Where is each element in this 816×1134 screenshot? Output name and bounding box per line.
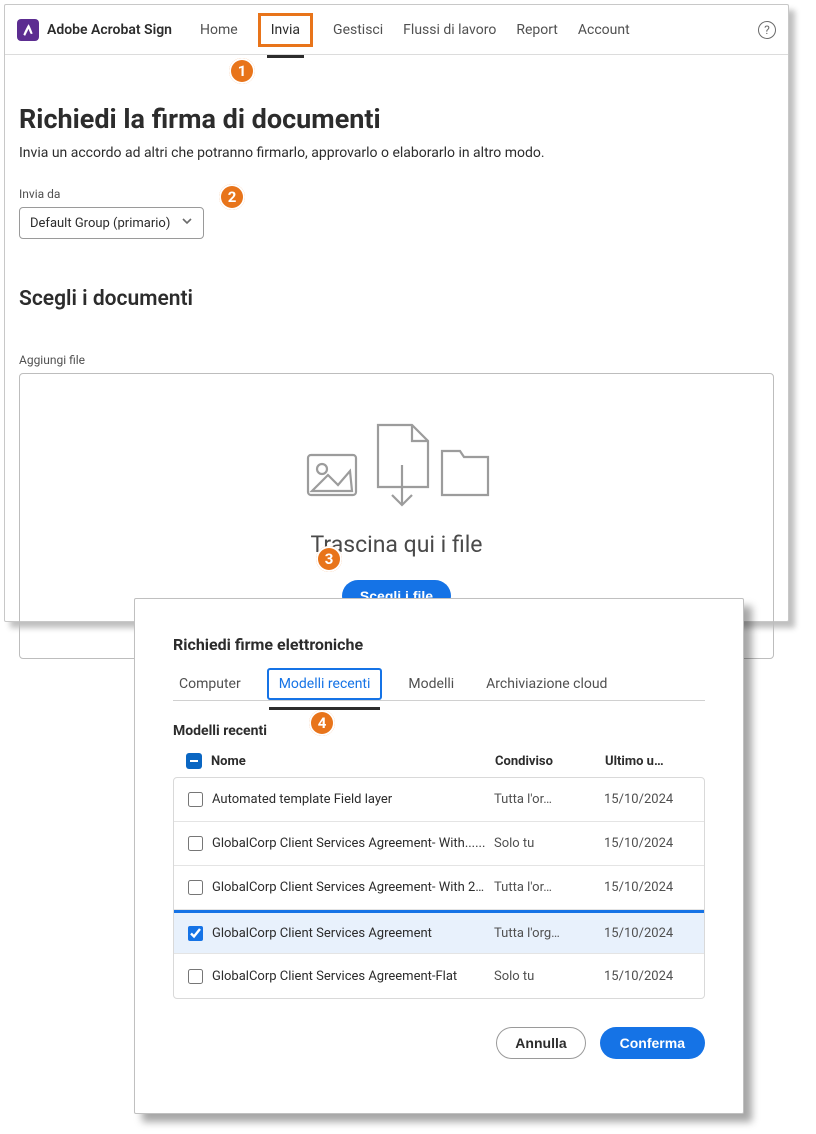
table-row[interactable]: GlobalCorp Client Services Agreement- Wi… [174,866,704,910]
section-title: Scegli i documenti [19,287,774,311]
nav-account[interactable]: Account [578,22,630,38]
col-name-header[interactable]: Nome [211,754,495,769]
select-all-checkbox[interactable] [186,753,202,769]
tab-templates[interactable]: Modelli [402,668,460,700]
callout-2: 2 [219,184,245,210]
row-date: 15/10/2024 [604,926,700,941]
top-nav: Adobe Acrobat Sign Home Invia Gestisci F… [5,5,788,55]
callout-4: 4 [309,710,335,736]
table-row[interactable]: GlobalCorp Client Services Agreement-Fla… [174,954,704,998]
callout-1: 1 [229,58,255,84]
table-row[interactable]: GlobalCorp Client Services Agreement- Wi… [174,822,704,866]
app-logo-icon [17,19,39,41]
row-name: Automated template Field layer [212,792,494,807]
modal-tabs: Computer Modelli recenti Modelli Archivi… [173,668,705,701]
row-checkbox[interactable] [188,969,203,984]
send-from-label: Invia da [19,187,774,201]
table-header: Nome Condiviso Ultimo u… [173,749,705,773]
tab-computer[interactable]: Computer [173,668,247,700]
tab-recent-templates[interactable]: Modelli recenti [267,668,383,700]
nav-report[interactable]: Report [516,22,558,38]
help-icon[interactable]: ? [758,21,776,39]
row-date: 15/10/2024 [604,792,700,807]
row-shared: Solo tu [494,836,604,851]
row-checkbox[interactable] [188,880,203,895]
col-date-header[interactable]: Ultimo u… [605,754,701,769]
modal-title: Richiedi firme elettroniche [173,635,705,654]
modal-section-title: Modelli recenti [173,723,705,739]
row-date: 15/10/2024 [604,969,700,984]
nav-flussi[interactable]: Flussi di lavoro [403,22,496,38]
template-list: Automated template Field layerTutta l'or… [173,777,705,999]
confirm-button[interactable]: Conferma [600,1027,705,1059]
nav-gestisci[interactable]: Gestisci [333,22,383,38]
row-checkbox[interactable] [188,836,203,851]
row-date: 15/10/2024 [604,880,700,895]
row-name: GlobalCorp Client Services Agreement- Wi… [212,880,494,895]
row-date: 15/10/2024 [604,836,700,851]
row-name: GlobalCorp Client Services Agreement [212,926,494,941]
row-name: GlobalCorp Client Services Agreement-Fla… [212,969,494,984]
brand-name: Adobe Acrobat Sign [47,22,172,38]
row-shared: Tutta l'or… [494,792,604,807]
send-from-value: Default Group (primario) [30,216,170,231]
file-picker-modal: Richiedi firme elettroniche Computer Mod… [134,598,744,1114]
add-files-label: Aggiungi file [19,353,774,367]
row-shared: Tutta l'org… [494,926,604,941]
cancel-button[interactable]: Annulla [496,1027,585,1059]
row-name: GlobalCorp Client Services Agreement- Wi… [212,836,494,851]
tab-cloud-storage[interactable]: Archiviazione cloud [480,668,613,700]
col-shared-header[interactable]: Condiviso [495,754,605,769]
callout-3: 3 [316,546,342,572]
nav-invia[interactable]: Invia [258,13,313,47]
page-title: Richiedi la firma di documenti [19,103,774,135]
page-subtitle: Invia un accordo ad altri che potranno f… [19,145,774,161]
send-from-select[interactable]: Default Group (primario) [19,207,204,239]
row-shared: Solo tu [494,969,604,984]
dropzone-illustration-icon [302,421,492,513]
row-shared: Tutta l'or… [494,880,604,895]
table-row[interactable]: Automated template Field layerTutta l'or… [174,778,704,822]
row-checkbox[interactable] [188,792,203,807]
chevron-down-icon [181,215,193,231]
nav-home[interactable]: Home [200,22,238,38]
table-row[interactable]: GlobalCorp Client Services AgreementTutt… [174,910,704,954]
row-checkbox[interactable] [188,926,203,941]
